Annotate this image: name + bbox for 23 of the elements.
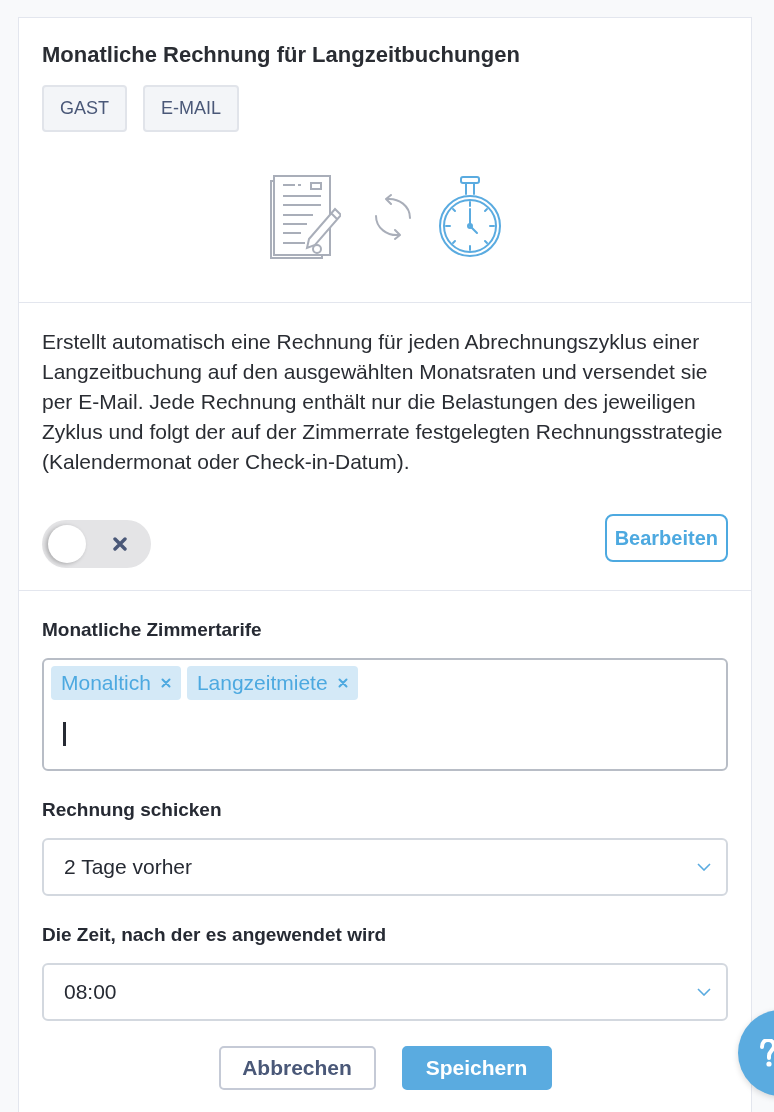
rate-tag: Monaltich: [51, 666, 181, 700]
channel-tag: E-MAIL: [143, 85, 240, 132]
chevron-down-icon: [697, 863, 711, 871]
help-icon: [760, 1039, 774, 1067]
description-text: Erstellt automatisch eine Rechnung für jeden Abrechnungszyklus einer Langzeitbuchung auf den ausgewählten Monatsraten und versendet sie per E-Mail. Jede Rechnung enthält nur die Belastungen des jeweiligen Zyklus und folgt der auf der Zimmerrate festgelegten Rechnungsstrategie (Kalendermonat oder Check-in-Datum).: [42, 329, 724, 475]
remove-icon[interactable]: [337, 678, 348, 688]
field-label: Monatliche Zimmertarife: [42, 618, 262, 642]
stopwatch-icon: [437, 176, 502, 258]
cancel-button[interactable]: Abbrechen: [218, 1046, 376, 1090]
field-label: Die Zeit, nach der es angewendet wird: [42, 923, 387, 947]
card-title: Monatliche Rechnung für Langzeitbuchungen: [42, 41, 521, 69]
field-label: Rechnung schicken: [42, 798, 222, 822]
close-icon: [113, 537, 127, 551]
dropdown-field[interactable]: 08:00: [42, 963, 728, 1021]
rate-tag: Langzeitmiete: [186, 666, 358, 700]
text-cursor: [63, 722, 66, 746]
chevron-down-icon: [697, 988, 711, 996]
remove-icon[interactable]: [160, 678, 171, 688]
document-pencil-icon: [268, 175, 341, 259]
channel-tag: GAST: [42, 85, 127, 132]
dropdown-field[interactable]: 2 Tage vorher: [42, 838, 728, 896]
sync-icon: [373, 194, 412, 240]
toggle-switch[interactable]: [42, 520, 151, 568]
